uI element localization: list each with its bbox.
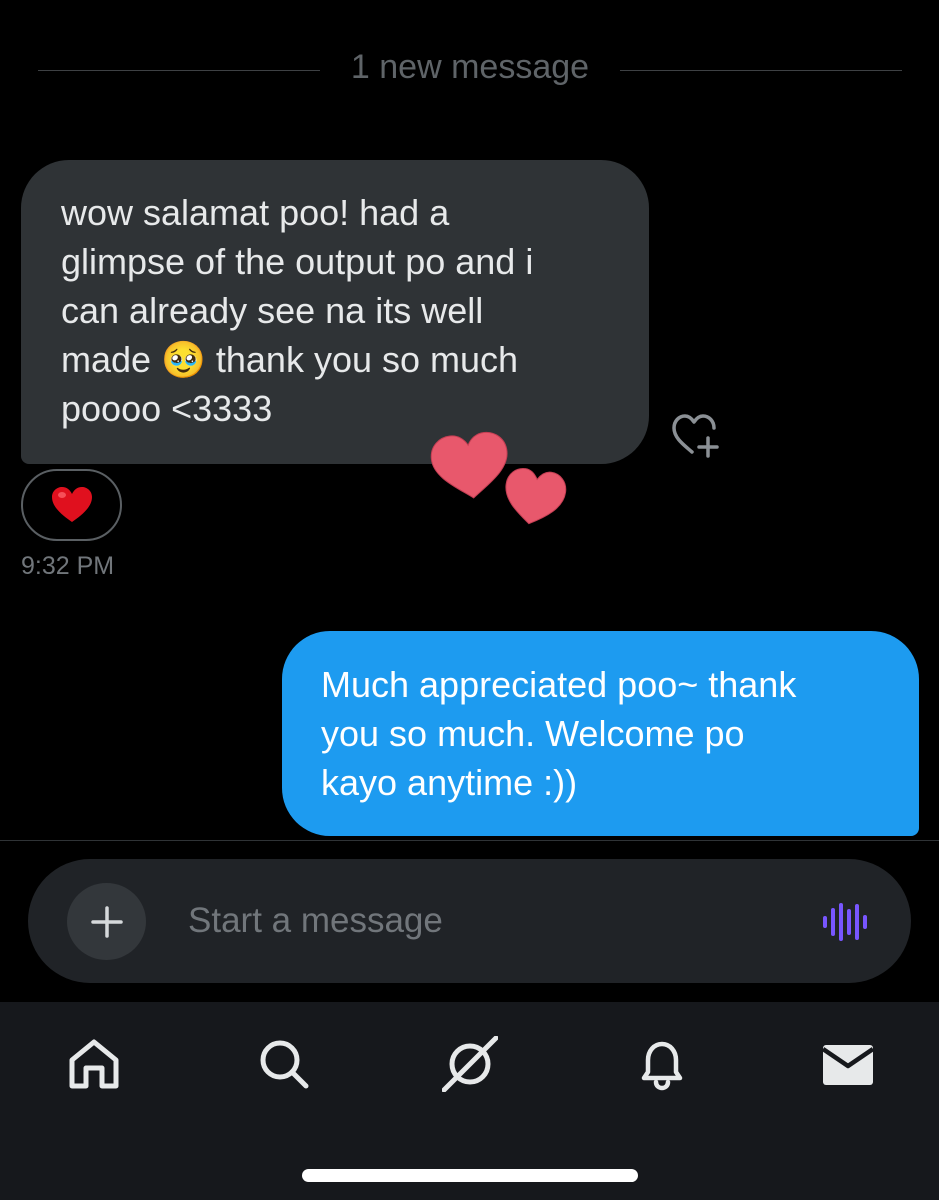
message-input[interactable] [188, 899, 748, 943]
incoming-message-text: wow salamat poo! had a glimpse of the ou… [61, 192, 534, 429]
outgoing-message-bubble[interactable]: Much appreciated poo~ thank you so much.… [282, 631, 919, 836]
new-message-divider: 1 new message [38, 42, 902, 92]
message-timestamp: 9:32 PM [21, 552, 115, 580]
plus-icon [90, 905, 123, 938]
incoming-message-bubble[interactable]: wow salamat poo! had a glimpse of the ou… [21, 160, 649, 464]
search-icon[interactable] [256, 1036, 312, 1092]
bell-icon[interactable] [634, 1036, 690, 1092]
composer-separator [0, 840, 939, 841]
mail-icon[interactable] [820, 1036, 876, 1092]
voice-waveform-icon[interactable] [822, 902, 868, 942]
home-indicator[interactable] [302, 1169, 638, 1182]
new-message-label: 1 new message [350, 48, 590, 86]
outgoing-message-text: Much appreciated poo~ thank you so much.… [321, 664, 797, 803]
add-reaction-icon[interactable] [670, 412, 722, 458]
add-media-button[interactable] [67, 883, 146, 960]
reaction-badge[interactable] [21, 469, 122, 541]
grok-icon[interactable] [442, 1036, 498, 1092]
message-composer [28, 859, 911, 983]
home-icon[interactable] [66, 1036, 122, 1092]
hearts-sticker [430, 431, 567, 525]
divider-line-right [620, 70, 902, 71]
heart-reaction-icon [51, 487, 92, 522]
